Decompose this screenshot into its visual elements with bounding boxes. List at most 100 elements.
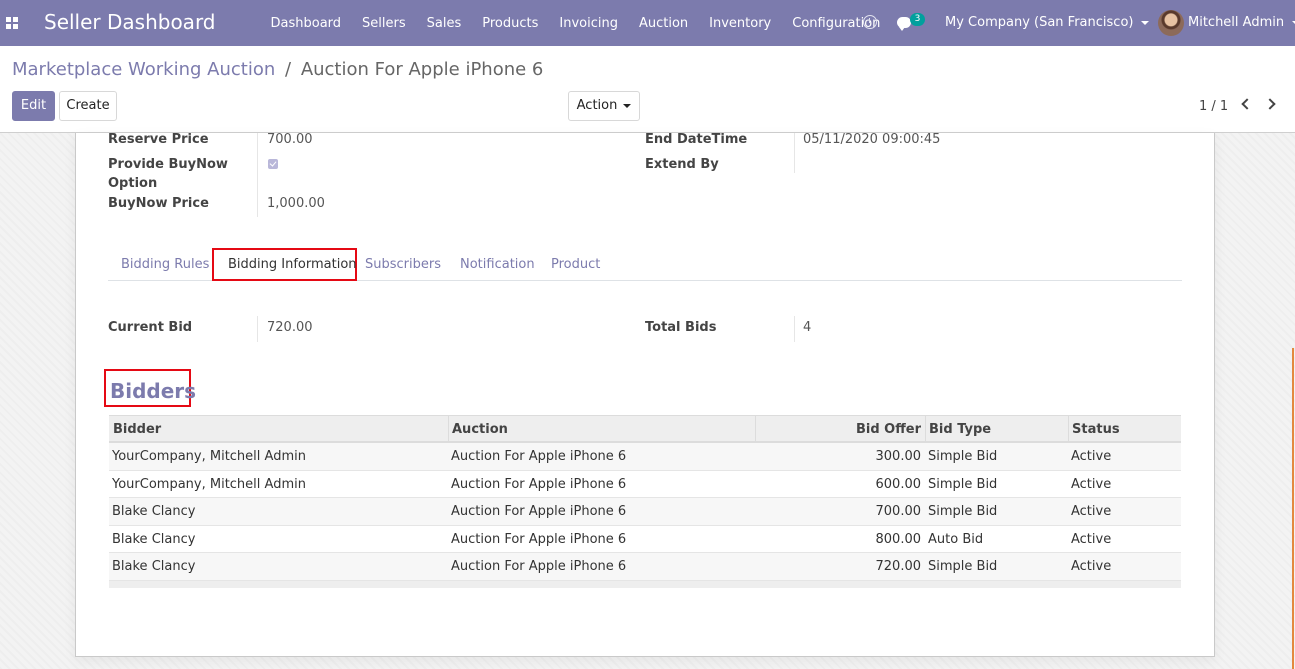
menu-item-inventory[interactable]: Inventory <box>699 16 782 31</box>
cell-bidder: YourCompany, Mitchell Admin <box>112 449 306 464</box>
apps-menu-icon[interactable] <box>6 17 18 29</box>
total-bids-value: 4 <box>803 320 812 335</box>
cell-bid-offer: 300.00 <box>875 449 922 464</box>
cell-bid-offer: 700.00 <box>875 504 922 520</box>
top-navbar: Seller Dashboard Dashboard Sellers Sales… <box>0 0 1295 46</box>
table-footer <box>109 580 1181 588</box>
buynow-price-value: 1,000.00 <box>267 196 325 211</box>
breadcrumb-current: Auction For Apple iPhone 6 <box>300 59 544 80</box>
tab-bidding-rules[interactable]: Bidding Rules <box>121 257 209 272</box>
buynow-option-label-line2: Option <box>108 176 158 191</box>
menu-item-sellers[interactable]: Sellers <box>352 16 417 31</box>
extend-by-label: Extend By <box>645 157 719 172</box>
field-divider <box>257 133 258 217</box>
cell-status: Active <box>1071 476 1112 492</box>
breadcrumb: Marketplace Working Auction / Auction Fo… <box>12 59 543 80</box>
reserve-price-value: 700.00 <box>267 132 313 147</box>
breadcrumb-separator: / <box>285 59 292 80</box>
breadcrumb-parent-link[interactable]: Marketplace Working Auction <box>12 59 275 80</box>
action-dropdown-button[interactable]: Action <box>568 91 640 121</box>
menu-item-dashboard[interactable]: Dashboard <box>260 16 352 31</box>
bidders-title: Bidders <box>110 379 197 403</box>
table-row[interactable]: YourCompany, Mitchell Admin Auction For … <box>109 471 1181 499</box>
create-button[interactable]: Create <box>59 91 117 121</box>
tab-bidding-information-label: Bidding Information <box>228 257 357 272</box>
menu-item-products[interactable]: Products <box>472 16 549 31</box>
buynow-price-label: BuyNow Price <box>108 196 209 211</box>
current-bid-label: Current Bid <box>108 320 193 335</box>
total-bids-label: Total Bids <box>645 320 717 335</box>
table-row[interactable]: Blake Clancy Auction For Apple iPhone 6 … <box>109 498 1181 526</box>
pager-previous-icon[interactable] <box>1241 98 1253 110</box>
cell-auction: Auction For Apple iPhone 6 <box>451 559 627 575</box>
column-header-bid-type[interactable]: Bid Type <box>929 422 991 437</box>
field-divider <box>794 133 795 173</box>
company-switcher[interactable]: My Company (San Francisco) <box>945 15 1150 30</box>
cell-bidder: Blake Clancy <box>112 531 196 547</box>
cell-bidder: YourCompany, Mitchell Admin <box>112 476 306 492</box>
cell-status: Active <box>1071 449 1112 464</box>
cell-bid-type: Auto Bid <box>928 531 984 547</box>
reserve-price-label: Reserve Price <box>108 132 209 147</box>
user-name: Mitchell Admin <box>1188 15 1285 30</box>
cell-auction: Auction For Apple iPhone 6 <box>451 504 627 520</box>
menu-item-invoicing[interactable]: Invoicing <box>549 16 629 31</box>
form-sheet: Reserve Price 700.00 Provide BuyNow Opti… <box>75 132 1215 657</box>
main-menu: Dashboard Sellers Sales Products Invoici… <box>260 0 891 46</box>
cell-auction: Auction For Apple iPhone 6 <box>451 449 627 464</box>
buynow-option-checkbox[interactable] <box>268 159 278 169</box>
pager-next-icon[interactable] <box>1264 98 1276 110</box>
cell-status: Active <box>1071 504 1112 520</box>
cell-status: Active <box>1071 559 1112 575</box>
cell-bid-offer: 720.00 <box>875 559 922 575</box>
chat-icon[interactable] <box>897 17 911 31</box>
cell-bidder: Blake Clancy <box>112 559 196 575</box>
tab-notification[interactable]: Notification <box>460 257 535 272</box>
control-panel: Marketplace Working Auction / Auction Fo… <box>0 46 1295 133</box>
table-row[interactable]: Blake Clancy Auction For Apple iPhone 6 … <box>109 526 1181 554</box>
column-divider <box>448 416 449 442</box>
end-datetime-value: 05/11/2020 09:00:45 <box>803 132 941 147</box>
caret-down-icon <box>623 103 632 108</box>
tab-product[interactable]: Product <box>551 257 600 272</box>
end-datetime-label: End DateTime <box>645 132 748 147</box>
cell-bidder: Blake Clancy <box>112 504 196 520</box>
table-body: YourCompany, Mitchell Admin Auction For … <box>109 443 1181 581</box>
table-header: Bidder Auction Bid Offer Bid Type Status <box>109 415 1181 443</box>
cell-status: Active <box>1071 531 1112 547</box>
buynow-option-label-continued: Option <box>108 176 157 191</box>
table-row[interactable]: Blake Clancy Auction For Apple iPhone 6 … <box>109 553 1181 581</box>
chat-count-badge: 3 <box>910 13 925 26</box>
edit-button[interactable]: Edit <box>12 91 55 121</box>
pager-counter: 1 / 1 <box>1199 99 1229 114</box>
user-avatar[interactable] <box>1158 10 1184 36</box>
column-header-auction[interactable]: Auction <box>452 422 508 437</box>
user-menu[interactable]: Mitchell Admin <box>1188 15 1295 30</box>
content-area: Reserve Price 700.00 Provide BuyNow Opti… <box>0 132 1295 669</box>
cell-bid-type: Simple Bid <box>928 559 998 575</box>
column-header-bid-offer[interactable]: Bid Offer <box>759 422 921 437</box>
column-header-status[interactable]: Status <box>1072 422 1120 437</box>
app-brand[interactable]: Seller Dashboard <box>44 10 216 34</box>
column-divider <box>925 416 926 442</box>
buynow-option-label: Provide BuyNow <box>108 157 228 172</box>
cell-bid-type: Simple Bid <box>928 449 998 464</box>
company-name: My Company (San Francisco) <box>945 15 1134 30</box>
activity-clock-icon[interactable] <box>863 15 877 29</box>
tab-subscribers[interactable]: Subscribers <box>365 257 441 272</box>
cell-auction: Auction For Apple iPhone 6 <box>451 531 627 547</box>
cell-bid-offer: 600.00 <box>875 476 922 492</box>
menu-item-sales[interactable]: Sales <box>416 16 472 31</box>
table-row[interactable]: YourCompany, Mitchell Admin Auction For … <box>109 443 1181 471</box>
field-divider <box>794 316 795 342</box>
cell-bid-type: Simple Bid <box>928 504 998 520</box>
caret-down-icon <box>1141 20 1150 25</box>
field-divider <box>257 316 258 342</box>
column-divider <box>755 416 756 442</box>
cell-auction: Auction For Apple iPhone 6 <box>451 476 627 492</box>
scrollbar-indicator[interactable] <box>1292 348 1294 669</box>
menu-item-auction[interactable]: Auction <box>628 16 698 31</box>
column-divider <box>1068 416 1069 442</box>
column-header-bidder[interactable]: Bidder <box>113 422 161 437</box>
action-label: Action <box>576 98 618 113</box>
